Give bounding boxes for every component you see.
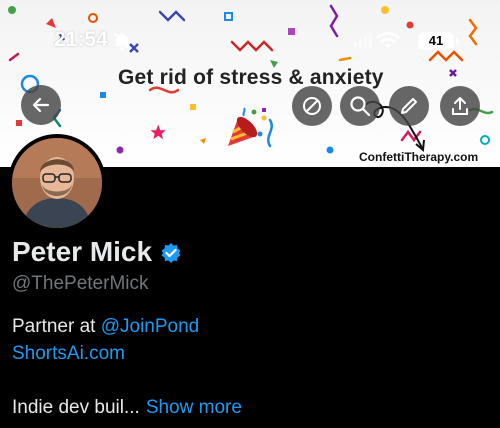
bio-text: Partner at <box>12 316 101 337</box>
banner-url-text: ConfettiTherapy.com <box>359 150 479 164</box>
pencil-icon <box>401 98 417 114</box>
bio-mention-link[interactable]: @JoinPond <box>101 316 200 337</box>
battery-tip <box>456 38 459 45</box>
avatar-photo <box>12 138 102 228</box>
bio-line: Partner at @JoinPond <box>12 316 199 338</box>
signal-icon <box>354 32 400 49</box>
bio-truncated-text: Indie dev buil... <box>12 397 140 418</box>
circle-slash-icon <box>303 97 321 115</box>
profile-name: Peter Mick <box>12 236 153 267</box>
circle-action-button[interactable] <box>292 86 332 126</box>
show-more-link[interactable]: Show more <box>146 397 242 418</box>
edit-button[interactable] <box>389 86 429 126</box>
banner-title: Get rid of stress & anxiety <box>118 66 384 89</box>
bio-line: Indie dev buil... Show more <box>12 397 242 419</box>
bio-line: ShortsAi.com <box>12 343 125 365</box>
back-arrow-icon <box>32 97 50 113</box>
profile-avatar[interactable] <box>8 134 106 232</box>
silent-mode-icon <box>113 32 131 51</box>
share-button[interactable] <box>440 86 480 126</box>
battery-level: 41 <box>418 32 454 50</box>
verified-badge-icon[interactable] <box>160 242 182 264</box>
status-bar: 21:54 41 <box>0 26 500 56</box>
search-button[interactable] <box>340 86 380 126</box>
party-popper-icon <box>228 107 267 146</box>
status-time: 21:54 <box>54 28 108 51</box>
back-button[interactable] <box>21 85 61 125</box>
profile-name-row: Peter Mick <box>12 236 182 268</box>
share-icon <box>452 97 468 115</box>
search-icon <box>350 96 371 117</box>
bio-website-link[interactable]: ShortsAi.com <box>12 343 125 364</box>
profile-handle: @ThePeterMick <box>12 273 149 294</box>
